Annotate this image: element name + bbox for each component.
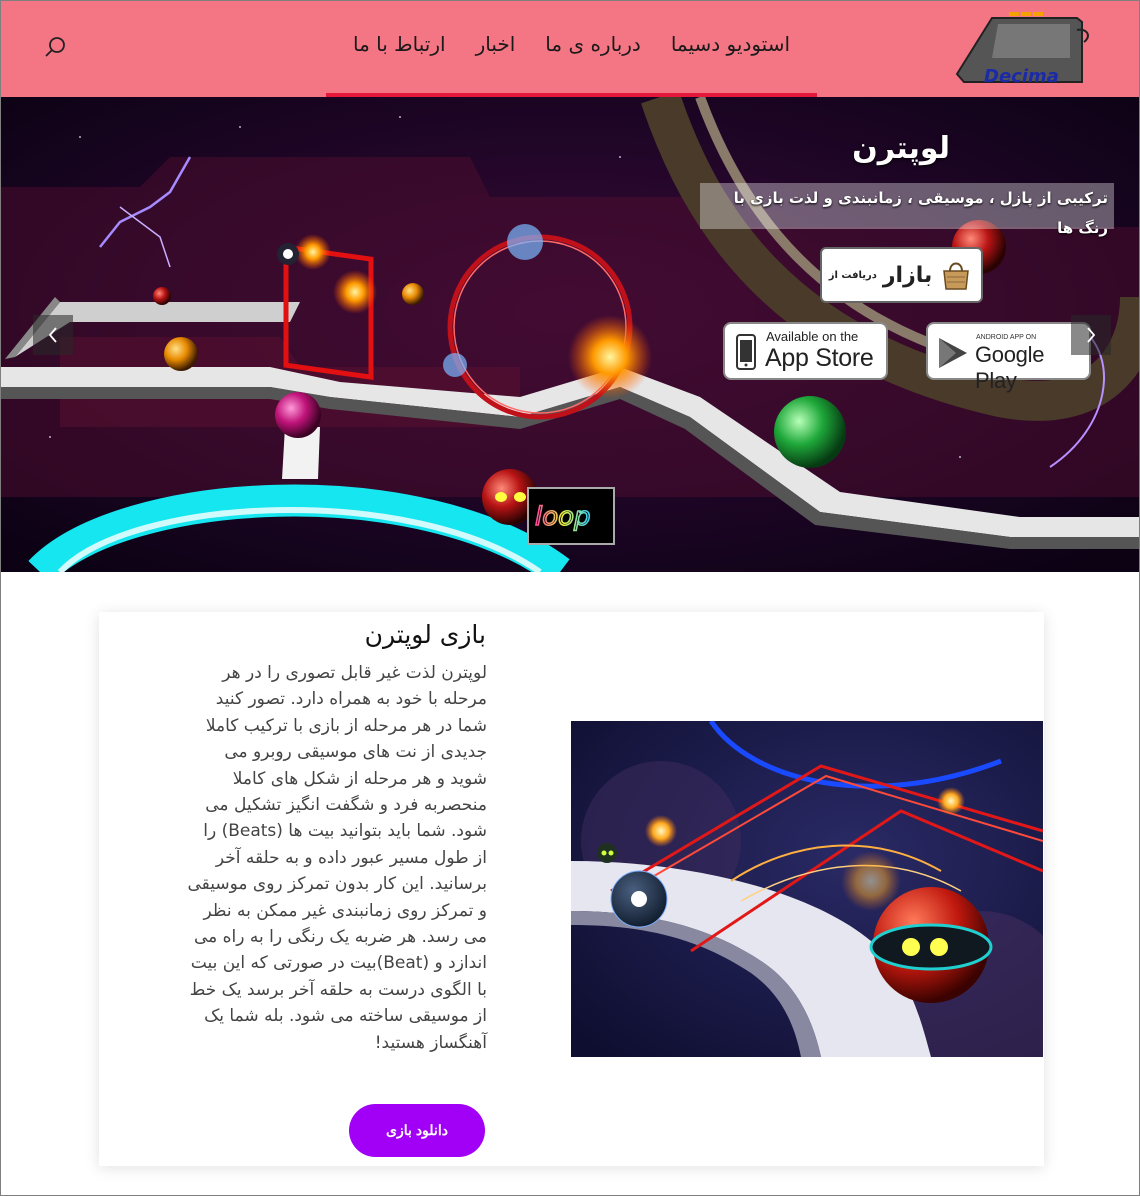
app-store-big-text: App Store: [765, 344, 874, 372]
bazaar-prefix: دریافت از: [828, 269, 877, 281]
nav-item-news[interactable]: اخبار: [476, 32, 516, 62]
decima-logo[interactable]: Decima: [952, 10, 1102, 90]
chevron-right-icon: [1087, 327, 1096, 343]
bazaar-label: بازار: [882, 262, 933, 288]
app-store-badge[interactable]: Available on the App Store: [723, 322, 888, 380]
site-header: Decima استودیو دسیما درباره ی ما اخبار ا…: [0, 0, 1140, 97]
loop-game-logo: loop: [527, 487, 615, 545]
main-nav: استودیو دسیما درباره ی ما اخبار ارتباط ب…: [326, 0, 817, 97]
bazaar-download-badge[interactable]: بازار دریافت از: [820, 247, 983, 303]
nav-item-about[interactable]: درباره ی ما: [545, 32, 641, 62]
nav-item-contact[interactable]: ارتباط با ما: [353, 32, 446, 62]
game-description: لوپترن لذت غیر قابل تصوری را در هر مرحله…: [187, 663, 487, 1053]
google-play-badge[interactable]: ANDROID APP ON Google Play: [926, 322, 1091, 393]
game-screenshot: [571, 721, 1043, 1057]
phone-icon: [736, 334, 756, 370]
game-info-card: بازی لوپترن لوپترن لذت غیر قابل تصوری را…: [99, 612, 1044, 1166]
slider-next-button[interactable]: [1071, 315, 1111, 355]
nav-item-studio[interactable]: استودیو دسیما: [671, 32, 790, 62]
app-store-small-text: Available on the: [766, 329, 859, 344]
slider-prev-button[interactable]: [33, 315, 73, 355]
game-title: بازی لوپترن: [364, 620, 486, 649]
hero-title: لوپترن: [852, 131, 950, 166]
download-game-button[interactable]: دانلود بازی: [349, 1104, 485, 1157]
svg-text:loop: loop: [535, 502, 591, 532]
shopping-bag-icon: [943, 262, 970, 290]
hero-slider: لوپترن ترکیبی از پازل ، موسیقی ، زمانبند…: [0, 97, 1140, 572]
svg-text:Decima: Decima: [984, 66, 1059, 87]
google-play-small-text: ANDROID APP ON: [976, 334, 1037, 341]
play-triangle-icon: [939, 338, 967, 368]
hero-subtitle: ترکیبی از پازل ، موسیقی ، زمانبندی و لذت…: [700, 183, 1114, 237]
chevron-left-icon: [48, 327, 57, 343]
search-icon[interactable]: [44, 35, 68, 59]
